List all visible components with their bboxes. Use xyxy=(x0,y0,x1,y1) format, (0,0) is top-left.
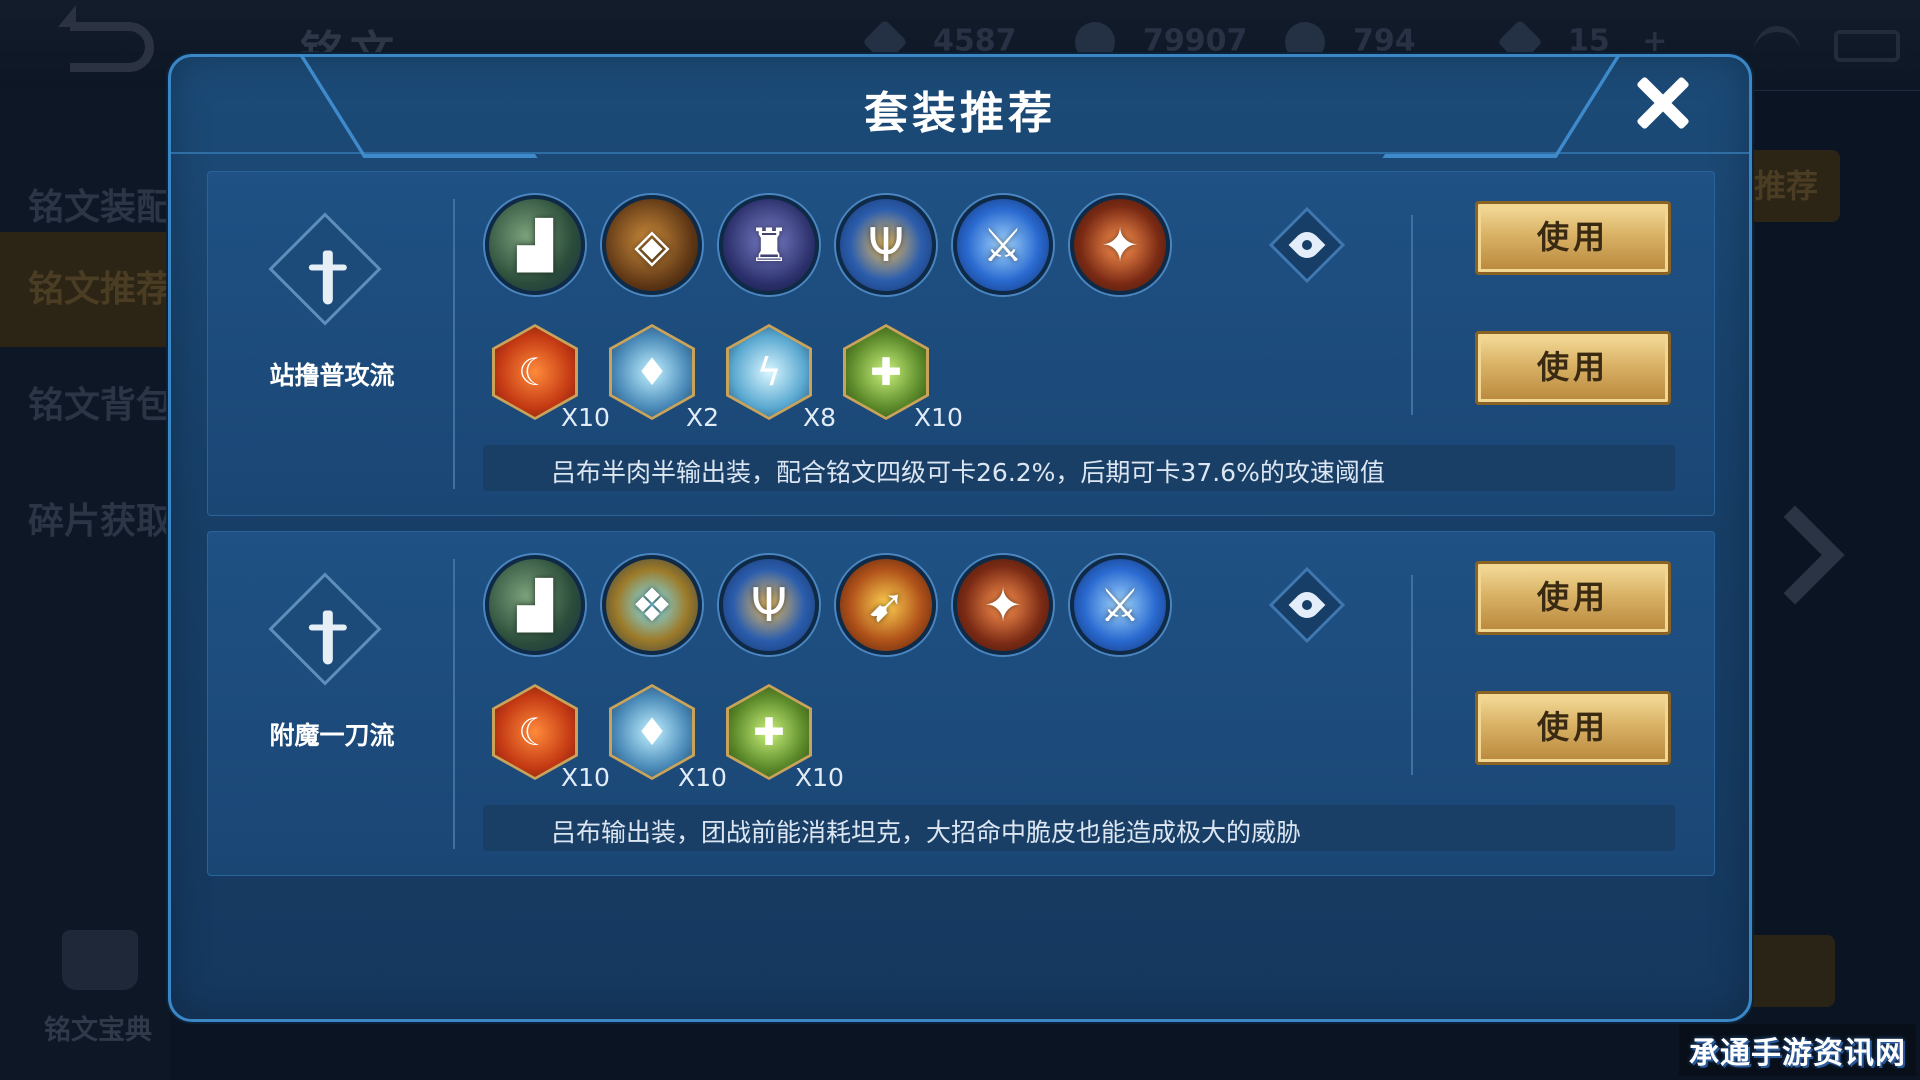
sidebar-item-inscription-recommend[interactable]: 铭文推荐 xyxy=(0,232,172,347)
set-name: 站撸普攻流 xyxy=(269,361,395,390)
equipment-axe-icon[interactable]: ✦ xyxy=(1070,195,1170,295)
set-description: 吕布输出装，团战前能消耗坦克，大招命中脆皮也能造成极大的威胁 xyxy=(483,805,1675,851)
wifi-icon xyxy=(1754,26,1800,78)
close-icon[interactable] xyxy=(1635,75,1691,131)
sword-icon xyxy=(322,610,333,665)
dialog-header: 套装推荐 xyxy=(171,54,1749,158)
sword-emblem-icon xyxy=(268,212,382,326)
preview-eye-icon[interactable] xyxy=(1268,566,1346,644)
divider xyxy=(453,559,455,849)
use-runes-button[interactable]: 使用 xyxy=(1475,691,1671,765)
codex-label: 铭文宝典 xyxy=(44,1015,152,1046)
sidebar-item-inscription-bag[interactable]: 铭文背包 xyxy=(0,348,172,463)
set-name: 附魔一刀流 xyxy=(269,721,395,750)
use-equipment-button[interactable]: 使用 xyxy=(1475,561,1671,635)
rune-count: X10 xyxy=(795,763,844,792)
back-button[interactable] xyxy=(58,5,154,72)
description-text: 吕布半肉半输出装，配合铭文四级可卡26.2%，后期可卡37.6%的攻速阈值 xyxy=(551,458,1385,487)
sword-icon xyxy=(322,250,333,305)
equipment-axe-icon[interactable]: ✦ xyxy=(953,555,1053,655)
equipment-trident-icon[interactable]: Ψ xyxy=(719,555,819,655)
rune-lightning-icon[interactable]: ϟ xyxy=(726,324,812,420)
equipment-blade-icon[interactable]: ⚔ xyxy=(1070,555,1170,655)
chevron-right-icon[interactable] xyxy=(1745,505,1845,605)
use-runes-button[interactable]: 使用 xyxy=(1475,331,1671,405)
equipment-trident-icon[interactable]: Ψ xyxy=(836,195,936,295)
rune-count: X2 xyxy=(686,403,720,432)
codex-book-icon[interactable] xyxy=(62,930,138,990)
equipment-cloak-icon[interactable]: ♜ xyxy=(719,195,819,295)
rune-count: X10 xyxy=(561,403,610,432)
divider xyxy=(1411,215,1413,415)
sword-emblem-icon xyxy=(268,572,382,686)
equipment-armor-icon[interactable]: ◈ xyxy=(602,195,702,295)
divider xyxy=(1411,575,1413,775)
use-equipment-button[interactable]: 使用 xyxy=(1475,201,1671,275)
equipment-blade-icon[interactable]: ⚔ xyxy=(953,195,1053,295)
dialog-title: 套装推荐 xyxy=(864,88,1056,139)
rune-count: X10 xyxy=(561,763,610,792)
preview-eye-icon[interactable] xyxy=(1268,206,1346,284)
set-card-1: 站撸普攻流 ▟ ◈ ♜ Ψ ⚔ ✦ ☾ X10 ♦ X2 ϟ X8 ✚ X10 … xyxy=(207,171,1715,516)
rune-count: X10 xyxy=(914,403,963,432)
equipment-boots-icon[interactable]: ▟ xyxy=(485,555,585,655)
equipment-boots-icon[interactable]: ▟ xyxy=(485,195,585,295)
set-description: 吕布半肉半输出装，配合铭文四级可卡26.2%，后期可卡37.6%的攻速阈值 xyxy=(483,445,1675,491)
sidebar-item-fragment-source[interactable]: 碎片获取 xyxy=(0,464,172,579)
set-card-2: 附魔一刀流 ▟ ❖ Ψ ➹ ✦ ⚔ ☾ X10 ♦ X10 ✚ X10 使用 使… xyxy=(207,531,1715,876)
rune-count: X8 xyxy=(803,403,837,432)
rune-count: X10 xyxy=(678,763,727,792)
equipment-mask-icon[interactable]: ❖ xyxy=(602,555,702,655)
battery-icon xyxy=(1834,30,1900,62)
rune-blue-icon[interactable]: ♦ xyxy=(609,324,695,420)
equipment-bow-icon[interactable]: ➹ xyxy=(836,555,936,655)
set-recommend-dialog: 套装推荐 站撸普攻流 ▟ ◈ ♜ Ψ ⚔ ✦ ☾ X10 ♦ X2 ϟ X8 ✚… xyxy=(168,54,1752,1022)
divider xyxy=(453,199,455,489)
watermark: 承通手游资讯网 xyxy=(1679,1024,1916,1076)
description-text: 吕布输出装，团战前能消耗坦克，大招命中脆皮也能造成极大的威胁 xyxy=(551,818,1302,847)
